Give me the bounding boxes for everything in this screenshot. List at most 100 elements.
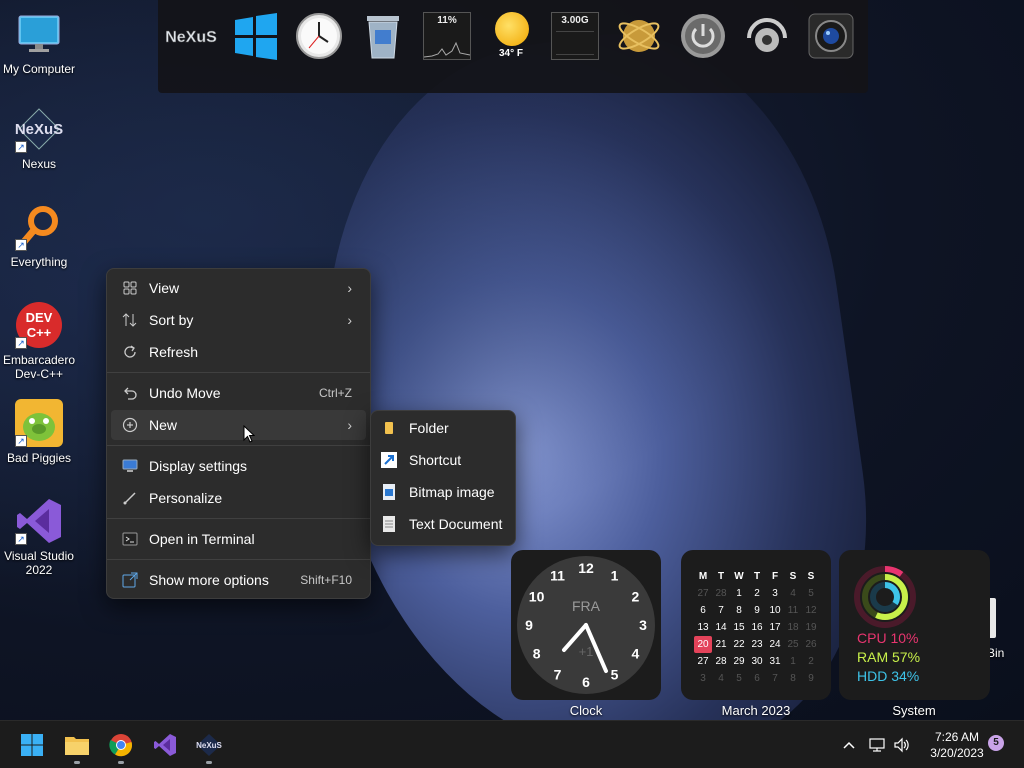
calendar-day[interactable]: 28 xyxy=(712,585,730,602)
menu-item-view[interactable]: View › xyxy=(111,273,366,303)
menu-item-new[interactable]: New › xyxy=(111,410,366,440)
calendar-day[interactable]: 7 xyxy=(766,670,784,687)
power-icon[interactable] xyxy=(676,10,730,62)
calendar-day[interactable]: 3 xyxy=(694,670,712,687)
calendar-day[interactable]: 17 xyxy=(766,619,784,636)
calendar-day[interactable]: 19 xyxy=(802,619,820,636)
svg-text:NeXuS: NeXuS xyxy=(15,121,63,138)
shortcut-icon xyxy=(381,452,397,468)
menu-item-undo-move[interactable]: Undo Move Ctrl+Z xyxy=(111,378,366,408)
desktop-icon-nexus[interactable]: NeXuS ↗ Nexus xyxy=(0,105,78,171)
calendar-day[interactable]: 7 xyxy=(712,602,730,619)
menu-item-show-more-options[interactable]: Show more options Shift+F10 xyxy=(111,565,366,595)
calendar-day[interactable]: 16 xyxy=(748,619,766,636)
calendar-day[interactable]: 8 xyxy=(784,670,802,687)
calendar-day[interactable]: 8 xyxy=(730,602,748,619)
calendar-day[interactable]: 13 xyxy=(694,619,712,636)
submenu-item-folder[interactable]: Folder xyxy=(375,413,511,443)
nexus-icon[interactable]: NeXuS xyxy=(193,729,225,761)
calendar-day[interactable]: 9 xyxy=(802,670,820,687)
nexus-logo-icon[interactable]: NeXuS xyxy=(164,10,218,62)
calendar-day[interactable]: 29 xyxy=(730,653,748,670)
network-icon[interactable] xyxy=(868,721,886,768)
calendar-day[interactable]: 18 xyxy=(784,619,802,636)
calendar-grid: M T W T F S S 27 28 1 2 3 4 5 6 7 8 9 10 11 12 13 14 15 16 17 18 19… xyxy=(694,568,824,687)
taskbar-clock[interactable]: 7:26 AM 3/20/2023 xyxy=(920,729,994,761)
calendar-day[interactable]: 2 xyxy=(802,653,820,670)
menu-item-display-settings[interactable]: Display settings xyxy=(111,451,366,481)
desktop-icon-devcpp[interactable]: DEV C++ ↗ Embarcadero Dev-C++ xyxy=(0,301,78,381)
media-player-icon[interactable] xyxy=(740,10,794,62)
calendar-day[interactable]: 6 xyxy=(694,602,712,619)
windows-start-icon[interactable] xyxy=(16,729,48,761)
desktop-context-menu: View › Sort by › Refresh Undo Move Ctrl+… xyxy=(106,268,371,599)
windows-logo-icon[interactable] xyxy=(228,10,282,62)
submenu-item-text-document[interactable]: Text Document xyxy=(375,509,511,539)
calendar-day[interactable]: 9 xyxy=(748,602,766,619)
chrome-icon[interactable] xyxy=(105,729,137,761)
submenu-item-label: Text Document xyxy=(409,516,503,532)
calendar-day[interactable]: 27 xyxy=(694,653,712,670)
cpu-meter-widget[interactable]: 11% xyxy=(420,10,474,62)
calendar-day[interactable]: 26 xyxy=(802,636,820,653)
plus-circle-icon xyxy=(121,416,139,434)
calendar-day[interactable]: 4 xyxy=(784,585,802,602)
calendar-day[interactable]: 27 xyxy=(694,585,712,602)
calendar-day[interactable]: 5 xyxy=(802,585,820,602)
visualstudio-icon[interactable] xyxy=(149,729,181,761)
desktop-icon-label: My Computer xyxy=(2,62,76,76)
more-options-icon xyxy=(121,571,139,589)
calendar-day[interactable]: 24 xyxy=(766,636,784,653)
calendar-day[interactable]: 3 xyxy=(766,585,784,602)
shortcut-overlay-icon: ↗ xyxy=(15,239,27,251)
chevron-up-icon[interactable] xyxy=(842,721,856,768)
calendar-day[interactable]: 6 xyxy=(748,670,766,687)
clock-icon[interactable] xyxy=(292,10,346,62)
clock-numeral: 7 xyxy=(554,666,562,682)
menu-item-sort-by[interactable]: Sort by › xyxy=(111,305,366,335)
menu-item-refresh[interactable]: Refresh xyxy=(111,337,366,367)
notification-badge[interactable]: 5 xyxy=(988,735,1004,751)
calendar-day[interactable]: 1 xyxy=(784,653,802,670)
system-widget[interactable]: CPU 10% RAM 57% HDD 34% xyxy=(839,550,990,700)
calendar-day[interactable]: 25 xyxy=(784,636,802,653)
clock-city: FRA xyxy=(572,598,601,614)
desktop-icon-visual-studio[interactable]: ↗ Visual Studio 2022 xyxy=(0,497,78,577)
calendar-day[interactable]: 5 xyxy=(730,670,748,687)
calendar-day[interactable]: 15 xyxy=(730,619,748,636)
calendar-day[interactable]: 12 xyxy=(802,602,820,619)
calendar-day[interactable]: 10 xyxy=(766,602,784,619)
nexus-icon: NeXuS ↗ xyxy=(15,105,63,153)
desktop-icon-my-computer[interactable]: My Computer xyxy=(0,10,78,76)
desktop-icon-everything[interactable]: ↗ Everything xyxy=(0,203,78,269)
memory-meter-widget[interactable]: 3.00G xyxy=(548,10,602,62)
recycle-bin-icon[interactable] xyxy=(356,10,410,62)
calendar-day[interactable]: 28 xyxy=(712,653,730,670)
calendar-day[interactable]: 11 xyxy=(784,602,802,619)
desktop-icon-bad-piggies[interactable]: ↗ Bad Piggies xyxy=(0,399,78,465)
weather-widget[interactable]: 34° F xyxy=(484,10,538,62)
calendar-day[interactable]: 1 xyxy=(730,585,748,602)
file-explorer-icon[interactable] xyxy=(61,729,93,761)
running-indicator xyxy=(118,761,124,764)
calendar-day[interactable]: 23 xyxy=(748,636,766,653)
menu-item-label: Show more options xyxy=(149,572,269,588)
calendar-day[interactable]: 4 xyxy=(712,670,730,687)
menu-item-open-in-terminal[interactable]: Open in Terminal xyxy=(111,524,366,554)
calendar-day-today[interactable]: 20 xyxy=(694,636,712,653)
clock-widget[interactable]: 12 1 2 3 4 5 6 7 8 9 10 11 FRA +1 xyxy=(511,550,661,700)
calendar-day[interactable]: 30 xyxy=(748,653,766,670)
globe-icon[interactable] xyxy=(612,10,666,62)
menu-item-shortcut: Shift+F10 xyxy=(300,573,352,587)
camera-icon[interactable] xyxy=(804,10,858,62)
menu-item-personalize[interactable]: Personalize xyxy=(111,483,366,513)
menu-item-shortcut: Ctrl+Z xyxy=(319,386,352,400)
calendar-day[interactable]: 31 xyxy=(766,653,784,670)
volume-icon[interactable] xyxy=(893,721,911,768)
calendar-day[interactable]: 14 xyxy=(712,619,730,636)
calendar-day[interactable]: 22 xyxy=(730,636,748,653)
calendar-day[interactable]: 21 xyxy=(712,636,730,653)
submenu-item-shortcut[interactable]: Shortcut xyxy=(375,445,511,475)
calendar-day[interactable]: 2 xyxy=(748,585,766,602)
submenu-item-bitmap-image[interactable]: Bitmap image xyxy=(375,477,511,507)
